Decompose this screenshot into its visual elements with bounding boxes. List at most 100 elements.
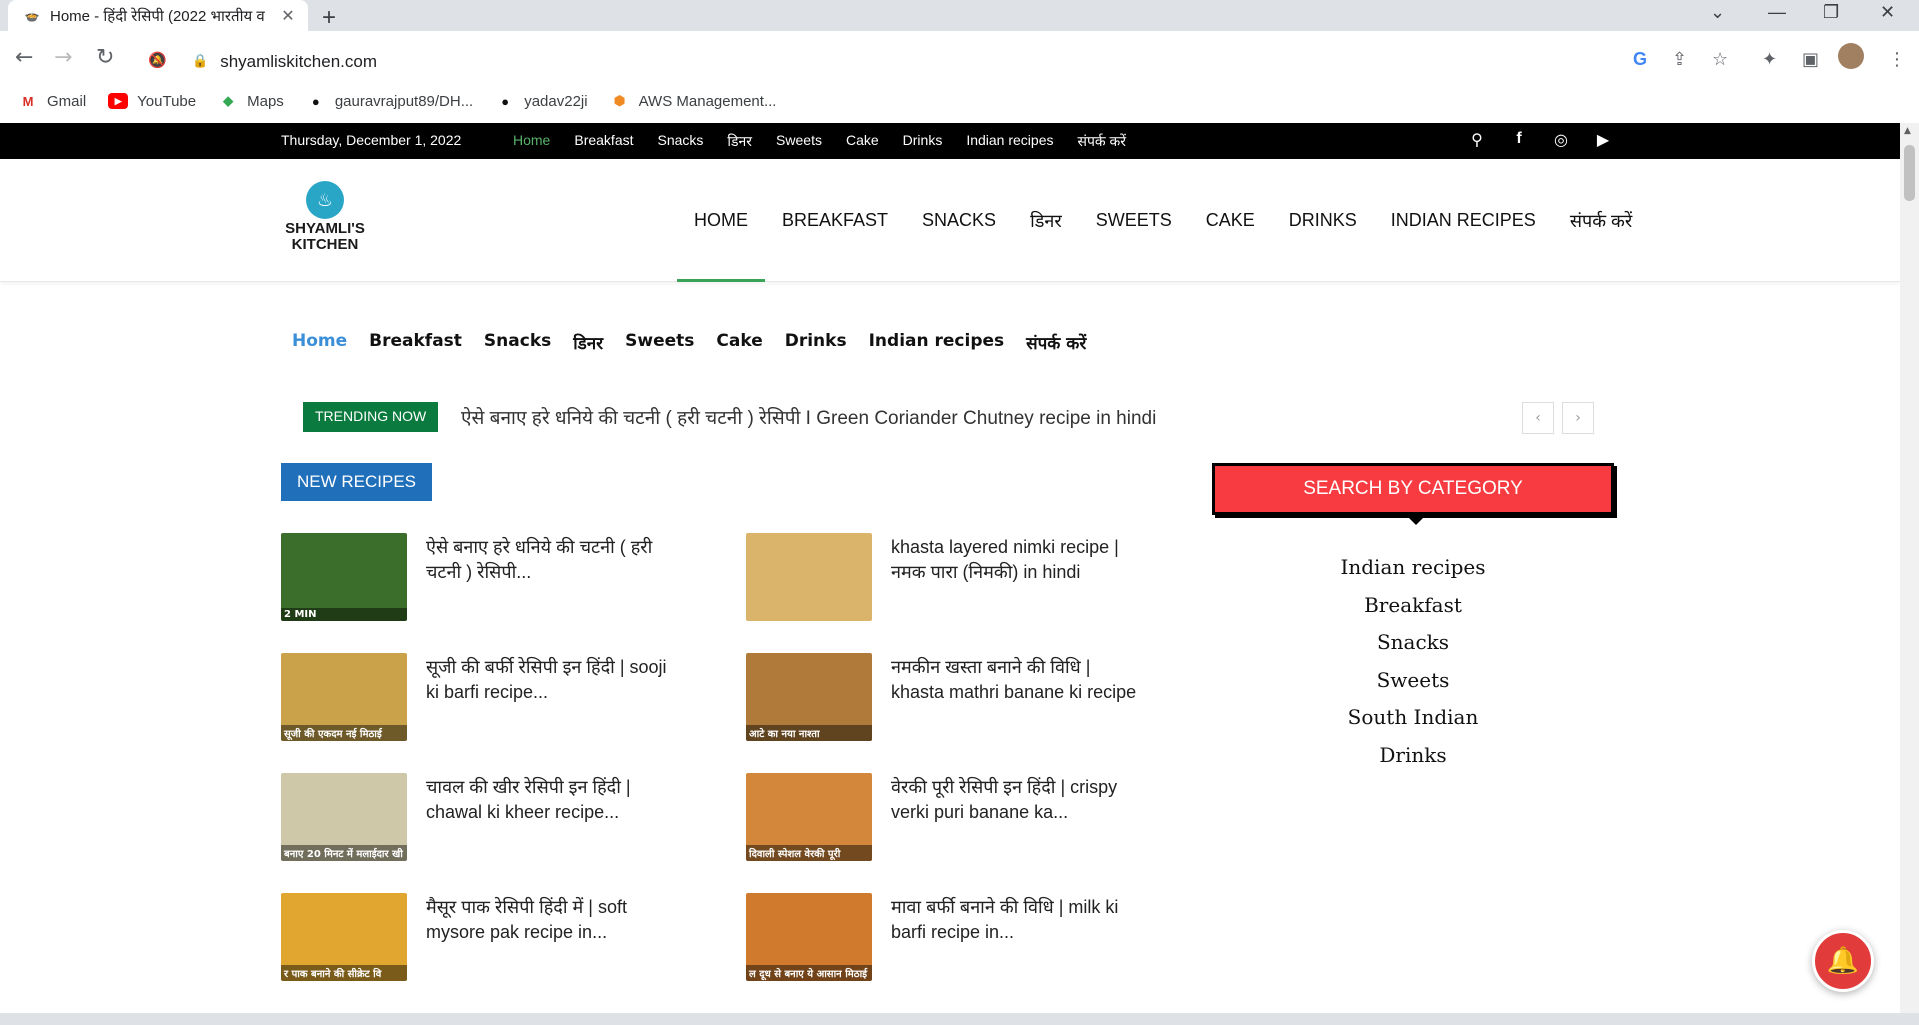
recipe-card[interactable]: 2 MIN ऐसे बनाए हरे धनिये की चटनी ( हरी च…	[281, 533, 701, 633]
nav-item-home[interactable]: HOME	[677, 159, 765, 282]
category-item[interactable]: Drinks	[1212, 737, 1614, 775]
topbar-item-home[interactable]: Home	[513, 132, 550, 151]
recipe-thumbnail[interactable]: दिवाली स्पेशल वेरकी पूरी	[746, 773, 872, 861]
minimize-icon[interactable]: —	[1768, 2, 1786, 23]
trending-next-button[interactable]: ›	[1562, 402, 1594, 434]
recipe-card[interactable]: र पाक बनाने की सीक्रेट वि मैसूर पाक रेसि…	[281, 893, 701, 993]
recipe-title[interactable]: मावा बर्फी बनाने की विधि | milk ki barfi…	[891, 895, 1141, 945]
nav-item-snacks[interactable]: SNACKS	[905, 159, 1013, 282]
lock-icon[interactable]: 🔒	[192, 54, 208, 69]
address-bar[interactable]: 🔕 🔒 shyamliskitchen.com	[136, 39, 1701, 84]
bookmark-maps[interactable]: ◆ Maps	[218, 93, 284, 110]
topbar-item-cake[interactable]: Cake	[846, 132, 879, 151]
site-logo[interactable]: ♨ SHYAMLI'S KITCHEN	[280, 181, 370, 252]
nav-item-contact[interactable]: संपर्क करें	[1553, 159, 1649, 282]
nav-item-breakfast[interactable]: BREAKFAST	[765, 159, 905, 282]
category-item[interactable]: Snacks	[1212, 624, 1614, 662]
instagram-icon[interactable]: ◎	[1550, 130, 1572, 149]
recipe-thumbnail[interactable]: आटे का नया नाश्ता	[746, 653, 872, 741]
restore-icon[interactable]: ❐	[1823, 2, 1839, 23]
recipe-title[interactable]: वेरकी पूरी रेसिपी इन हिंदी | crispy verk…	[891, 775, 1141, 825]
topbar-item-contact[interactable]: संपर्क करें	[1078, 132, 1127, 151]
subnav-item-dinner[interactable]: डिनर	[573, 331, 603, 354]
nav-item-dinner[interactable]: डिनर	[1013, 159, 1079, 282]
subnav-item-drinks[interactable]: Drinks	[785, 331, 847, 354]
category-item[interactable]: Sweets	[1212, 662, 1614, 700]
recipe-thumbnail[interactable]: र पाक बनाने की सीक्रेट वि	[281, 893, 407, 981]
notifications-blocked-icon[interactable]: 🔕	[148, 51, 167, 69]
recipe-title[interactable]: सूजी की बर्फी रेसिपी इन हिंदी | sooji ki…	[426, 655, 676, 705]
extensions-icon[interactable]: ✦	[1762, 49, 1777, 70]
recipe-title[interactable]: मैसूर पाक रेसिपी हिंदी में | soft mysore…	[426, 895, 676, 945]
nav-item-cake[interactable]: CAKE	[1189, 159, 1272, 282]
category-list: Indian recipes Breakfast Snacks Sweets S…	[1212, 549, 1614, 774]
subnav-item-cake[interactable]: Cake	[716, 331, 762, 354]
recipe-thumbnail[interactable]: ल दूध से बनाए ये आसान मिठाई	[746, 893, 872, 981]
new-tab-button[interactable]: +	[322, 4, 336, 32]
category-item[interactable]: Indian recipes	[1212, 549, 1614, 587]
trending-prev-button[interactable]: ‹	[1522, 402, 1554, 434]
profile-avatar[interactable]	[1838, 43, 1864, 69]
subnav-item-contact[interactable]: संपर्क करें	[1026, 331, 1086, 354]
bookmark-star-icon[interactable]: ☆	[1712, 49, 1728, 70]
notification-bell-icon[interactable]: 🔔	[1812, 930, 1874, 992]
share-icon[interactable]: ⇪	[1672, 49, 1687, 70]
recipe-thumbnail[interactable]: 2 MIN	[281, 533, 407, 621]
close-tab-icon[interactable]: ✕	[278, 6, 298, 25]
recipe-card[interactable]: ल दूध से बनाए ये आसान मिठाई मावा बर्फी ब…	[746, 893, 1166, 993]
scroll-up-icon[interactable]: ▲	[1904, 126, 1911, 136]
menu-kebab-icon[interactable]: ⋮	[1888, 49, 1906, 70]
recipe-thumbnail[interactable]: सूजी की एकदम नई मिठाई	[281, 653, 407, 741]
category-item[interactable]: South Indian	[1212, 699, 1614, 737]
google-icon[interactable]: G	[1633, 49, 1647, 70]
bookmark-github-1[interactable]: ● gauravrajput89/DH...	[306, 93, 473, 110]
recipe-card[interactable]: सूजी की एकदम नई मिठाई सूजी की बर्फी रेसि…	[281, 653, 701, 753]
subnav-item-breakfast[interactable]: Breakfast	[369, 331, 462, 354]
topbar-item-indian-recipes[interactable]: Indian recipes	[966, 132, 1053, 151]
subnav-item-sweets[interactable]: Sweets	[625, 331, 694, 354]
forward-icon[interactable]: →	[54, 45, 72, 70]
topbar-item-drinks[interactable]: Drinks	[903, 132, 943, 151]
topbar-item-snacks[interactable]: Snacks	[658, 132, 704, 151]
nav-item-indian-recipes[interactable]: INDIAN RECIPES	[1374, 159, 1553, 282]
subnav-item-indian-recipes[interactable]: Indian recipes	[869, 331, 1005, 354]
facebook-icon[interactable]: f	[1508, 130, 1530, 149]
trending-headline[interactable]: ऐसे बनाए हरे धनिये की चटनी ( हरी चटनी ) …	[461, 404, 1156, 430]
trending-controls: ‹ ›	[1522, 402, 1594, 434]
recipe-card[interactable]: khasta layered nimki recipe | नमक पारा (…	[746, 533, 1166, 633]
scrollbar-thumb[interactable]	[1904, 145, 1915, 201]
back-icon[interactable]: ←	[15, 45, 33, 70]
youtube-icon[interactable]: ▶	[1592, 130, 1614, 149]
browser-tab[interactable]: 🍲 Home - हिंदी रेसिपी (2022 भारतीय व ✕	[8, 0, 308, 31]
side-panel-icon[interactable]: ▣	[1802, 49, 1819, 70]
bookmark-youtube[interactable]: ▶ YouTube	[108, 93, 196, 110]
reload-icon[interactable]: ↻	[96, 45, 114, 70]
close-window-icon[interactable]: ✕	[1880, 2, 1895, 23]
recipe-title[interactable]: नमकीन खस्ता बनाने की विधि | khasta mathr…	[891, 655, 1141, 705]
topbar-item-dinner[interactable]: डिनर	[727, 132, 752, 151]
recipe-title[interactable]: चावल की खीर रेसिपी इन हिंदी | chawal ki …	[426, 775, 676, 825]
subnav-item-snacks[interactable]: Snacks	[484, 331, 551, 354]
page-scrollbar[interactable]: ▲	[1900, 123, 1919, 1013]
thumbnail-caption: 2 MIN	[281, 608, 407, 621]
topbar-item-sweets[interactable]: Sweets	[776, 132, 822, 151]
url-text[interactable]: shyamliskitchen.com	[220, 52, 377, 72]
bookmark-aws[interactable]: ⬢ AWS Management...	[610, 93, 777, 110]
recipe-card[interactable]: आटे का नया नाश्ता नमकीन खस्ता बनाने की व…	[746, 653, 1166, 753]
bookmark-github-2[interactable]: ● yadav22ji	[495, 93, 587, 110]
thumbnail-caption: आटे का नया नाश्ता	[746, 725, 872, 741]
subnav-item-home[interactable]: Home	[292, 331, 347, 354]
topbar-item-breakfast[interactable]: Breakfast	[574, 132, 633, 151]
recipe-card[interactable]: दिवाली स्पेशल वेरकी पूरी वेरकी पूरी रेसि…	[746, 773, 1166, 873]
nav-item-drinks[interactable]: DRINKS	[1272, 159, 1374, 282]
recipe-thumbnail[interactable]: बनाए 20 मिनट में मलाईदार खी	[281, 773, 407, 861]
bookmark-gmail[interactable]: M Gmail	[18, 93, 87, 110]
category-item[interactable]: Breakfast	[1212, 587, 1614, 625]
nav-item-sweets[interactable]: SWEETS	[1079, 159, 1189, 282]
recipe-title[interactable]: khasta layered nimki recipe | नमक पारा (…	[891, 535, 1141, 585]
search-icon[interactable]: ⚲	[1466, 130, 1488, 149]
recipe-card[interactable]: बनाए 20 मिनट में मलाईदार खी चावल की खीर …	[281, 773, 701, 873]
tab-search-icon[interactable]: ⌄	[1710, 2, 1725, 23]
recipe-thumbnail[interactable]	[746, 533, 872, 621]
recipe-title[interactable]: ऐसे बनाए हरे धनिये की चटनी ( हरी चटनी ) …	[426, 535, 676, 585]
